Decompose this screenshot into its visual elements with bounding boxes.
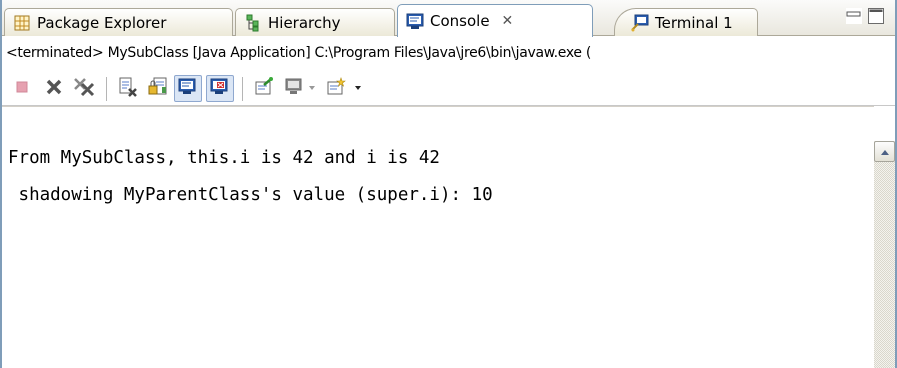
tab-terminal-1[interactable]: Terminal 1 [614, 8, 758, 36]
tab-label: Terminal 1 [655, 13, 733, 32]
toolbar-separator [106, 77, 107, 101]
tab-label: Hierarchy [268, 13, 341, 32]
scroll-lock-icon [148, 77, 168, 101]
scroll-up-button[interactable] [874, 141, 895, 162]
show-console-on-stdout-icon [178, 77, 198, 101]
remove-launch-icon [45, 78, 63, 100]
view-tab-strip: Package Explorer Hierarchy Console ✕ Ter… [2, 0, 895, 37]
terminal-icon [631, 14, 649, 32]
chevron-up-icon [880, 144, 890, 160]
console-line: shadowing MyParentClass's value (super.i… [8, 185, 493, 205]
tab-hierarchy[interactable]: Hierarchy [235, 8, 395, 36]
minimize-icon[interactable] [846, 8, 862, 24]
console-view: Package Explorer Hierarchy Console ✕ Ter… [0, 0, 897, 368]
show-console-on-stdout-button[interactable] [174, 75, 202, 102]
show-console-on-stderr-icon [210, 77, 230, 101]
pin-console-icon [254, 76, 274, 101]
show-console-on-stderr-button[interactable] [206, 75, 234, 102]
remove-all-terminated-button[interactable] [70, 75, 98, 102]
toolbar-separator [242, 77, 243, 101]
process-description: <terminated> MySubClass [Java Applicatio… [2, 37, 895, 71]
remove-launch-button[interactable] [40, 75, 68, 102]
scroll-lock-button[interactable] [144, 75, 172, 102]
close-icon[interactable]: ✕ [502, 13, 514, 29]
console-icon [406, 12, 424, 30]
tab-label: Console [430, 12, 490, 30]
hierarchy-icon [244, 14, 262, 32]
remove-all-terminated-icon [73, 77, 95, 101]
vertical-scrollbar[interactable] [874, 141, 895, 368]
display-selected-console-icon [284, 77, 304, 101]
chevron-down-icon [307, 81, 317, 97]
tab-package-explorer[interactable]: Package Explorer [4, 8, 233, 36]
console-toolbar [2, 71, 895, 106]
console-line: From MySubClass, this.i is 42 and i is 4… [8, 148, 440, 168]
tab-console[interactable]: Console ✕ [397, 4, 593, 37]
pin-console-button[interactable] [250, 75, 278, 102]
console-output[interactable]: From MySubClass, this.i is 42 and i is 4… [2, 106, 874, 368]
terminate-button[interactable] [8, 75, 36, 102]
open-console-icon [326, 76, 346, 101]
chevron-down-icon [353, 81, 363, 97]
display-console-dropdown[interactable] [304, 75, 320, 102]
tab-label: Package Explorer [37, 13, 167, 32]
open-console-dropdown[interactable] [350, 75, 366, 102]
clear-console-icon [118, 77, 138, 101]
maximize-icon[interactable] [868, 8, 884, 24]
open-console-button[interactable] [322, 75, 350, 102]
terminate-icon [14, 79, 30, 99]
package-explorer-icon [13, 14, 31, 32]
clear-console-button[interactable] [114, 75, 142, 102]
